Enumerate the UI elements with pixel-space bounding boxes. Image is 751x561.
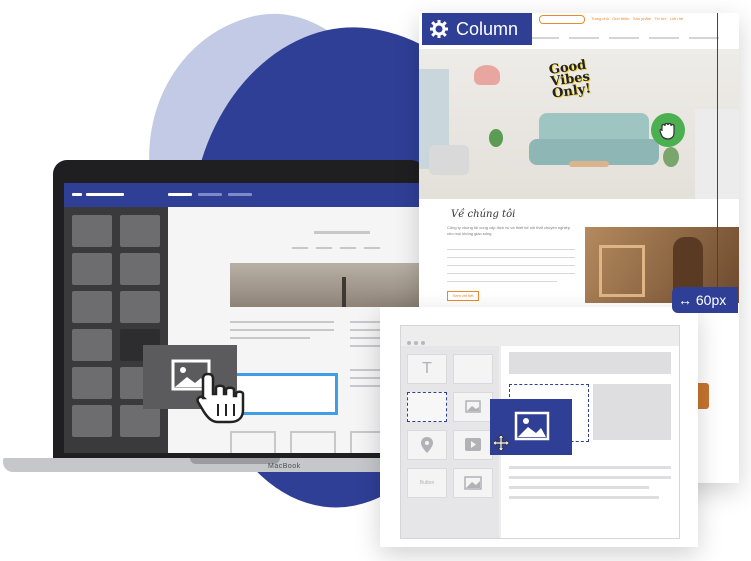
- canvas-subline: [292, 247, 308, 249]
- toolbar-bar: [198, 193, 222, 196]
- canvas-text-line: [509, 476, 671, 479]
- image-icon: [465, 400, 481, 413]
- subnav-item[interactable]: [649, 37, 679, 39]
- toolbar-bar: [168, 193, 192, 196]
- column-label: Column: [456, 19, 519, 39]
- spacing-label: ↔ 60px: [678, 292, 727, 308]
- hand-cursor-icon: [196, 372, 245, 424]
- toolbar-bar: [86, 193, 124, 196]
- site-nav-item[interactable]: Liên hệ: [670, 16, 683, 21]
- laptop-widget-panel: [64, 207, 168, 453]
- text-icon: T: [422, 360, 432, 377]
- site-nav-item[interactable]: Giới thiệu: [612, 16, 629, 21]
- widget-tile[interactable]: [120, 291, 160, 323]
- website-hero-image: Good Vibes Only!: [419, 49, 739, 199]
- widget-tile[interactable]: [72, 291, 112, 323]
- laptop-brand-label: MacBook: [268, 463, 301, 470]
- text-line: [447, 281, 557, 282]
- subnav-item[interactable]: [569, 37, 599, 39]
- site-nav-item[interactable]: Tin tức: [654, 16, 666, 21]
- section-body-text: Công ty chúng tôi cung cấp dịch vụ và th…: [447, 225, 570, 236]
- canvas-text-line: [230, 329, 334, 331]
- toolbar-bar: [72, 193, 82, 196]
- move-cursor-icon: [492, 434, 510, 452]
- spacing-badge: ↔ 60px: [672, 287, 738, 313]
- site-nav: Trang chủ Giới thiệu Sản phẩm Tin tức Li…: [591, 16, 683, 21]
- window-dot: [421, 341, 425, 345]
- widget-tile[interactable]: [120, 253, 160, 285]
- editor-widget-panel: T Button: [401, 346, 499, 538]
- gallery-widget[interactable]: [453, 468, 493, 498]
- laptop-app-toolbar: [64, 183, 420, 207]
- canvas-text-line: [509, 466, 671, 469]
- hero-sign: Good Vibes Only!: [548, 57, 608, 108]
- subnav-item[interactable]: [609, 37, 639, 39]
- section-title: Về chúng tôi: [451, 209, 516, 220]
- canvas-block: [593, 384, 671, 440]
- details-button[interactable]: Xem chi tiết: [447, 291, 479, 301]
- window-dot: [407, 341, 411, 345]
- gear-icon: [430, 20, 448, 38]
- toolbar-bar: [228, 193, 252, 196]
- subnav-item[interactable]: [529, 37, 559, 39]
- canvas-text-line: [509, 496, 659, 499]
- text-line: [447, 257, 575, 258]
- play-icon: [465, 438, 481, 451]
- laptop-notch: [190, 458, 280, 464]
- wooden-chair: [599, 245, 645, 297]
- window-dot: [414, 341, 418, 345]
- site-nav-item[interactable]: Sản phẩm: [633, 16, 651, 21]
- widget-tile[interactable]: [120, 405, 160, 437]
- grab-hand-icon: [659, 122, 675, 140]
- text-line: [447, 265, 575, 266]
- button-widget[interactable]: Button: [407, 468, 447, 498]
- column-guide-line: [717, 13, 718, 313]
- armchair: [429, 145, 469, 175]
- canvas-text-line: [230, 337, 310, 339]
- subnav-item[interactable]: [689, 37, 719, 39]
- canvas-header-block: [509, 352, 671, 374]
- widget-tile[interactable]: [72, 405, 112, 437]
- empty-widget-slot[interactable]: [407, 392, 447, 422]
- widget-tile[interactable]: [72, 329, 112, 361]
- canvas-text-line: [509, 486, 649, 489]
- canvas-subline: [316, 247, 332, 249]
- grab-handle-button[interactable]: [651, 113, 685, 147]
- website-header: Trang chủ Giới thiệu Sản phẩm Tin tức Li…: [539, 13, 739, 25]
- site-search-input[interactable]: [539, 15, 585, 24]
- canvas-text-line: [230, 321, 334, 323]
- text-widget[interactable]: T: [407, 354, 447, 384]
- canvas-box: [290, 431, 336, 453]
- site-subnav: [529, 37, 729, 41]
- map-pin-icon: [421, 437, 433, 453]
- plant: [489, 129, 503, 147]
- map-widget[interactable]: [407, 430, 447, 460]
- canvas-subline: [364, 247, 380, 249]
- canvas-heading-line: [314, 231, 370, 234]
- hero-sign-text: Good Vibes Only!: [547, 57, 592, 102]
- canvas-subline: [340, 247, 356, 249]
- tower-shape: [342, 277, 346, 307]
- plant: [663, 147, 679, 167]
- canvas-box: [230, 431, 276, 453]
- pendant-lamp: [474, 65, 500, 85]
- widget-tile[interactable]: [72, 215, 112, 247]
- site-nav-item[interactable]: Trang chủ: [591, 16, 609, 21]
- widget-tile[interactable]: [120, 215, 160, 247]
- video-widget[interactable]: [453, 430, 493, 460]
- coffee-table: [569, 161, 609, 167]
- canvas-hero-image: [230, 263, 420, 307]
- widget-tile[interactable]: [72, 253, 112, 285]
- button-widget-label: Button: [419, 480, 435, 486]
- text-line: [447, 249, 575, 250]
- text-line: [447, 273, 575, 274]
- column-badge: Column: [422, 13, 532, 45]
- gallery-icon: [464, 476, 482, 490]
- widget-tile[interactable]: [72, 367, 112, 399]
- drop-target-box[interactable]: [234, 373, 338, 415]
- divider-widget[interactable]: [453, 354, 493, 384]
- image-widget[interactable]: [453, 392, 493, 422]
